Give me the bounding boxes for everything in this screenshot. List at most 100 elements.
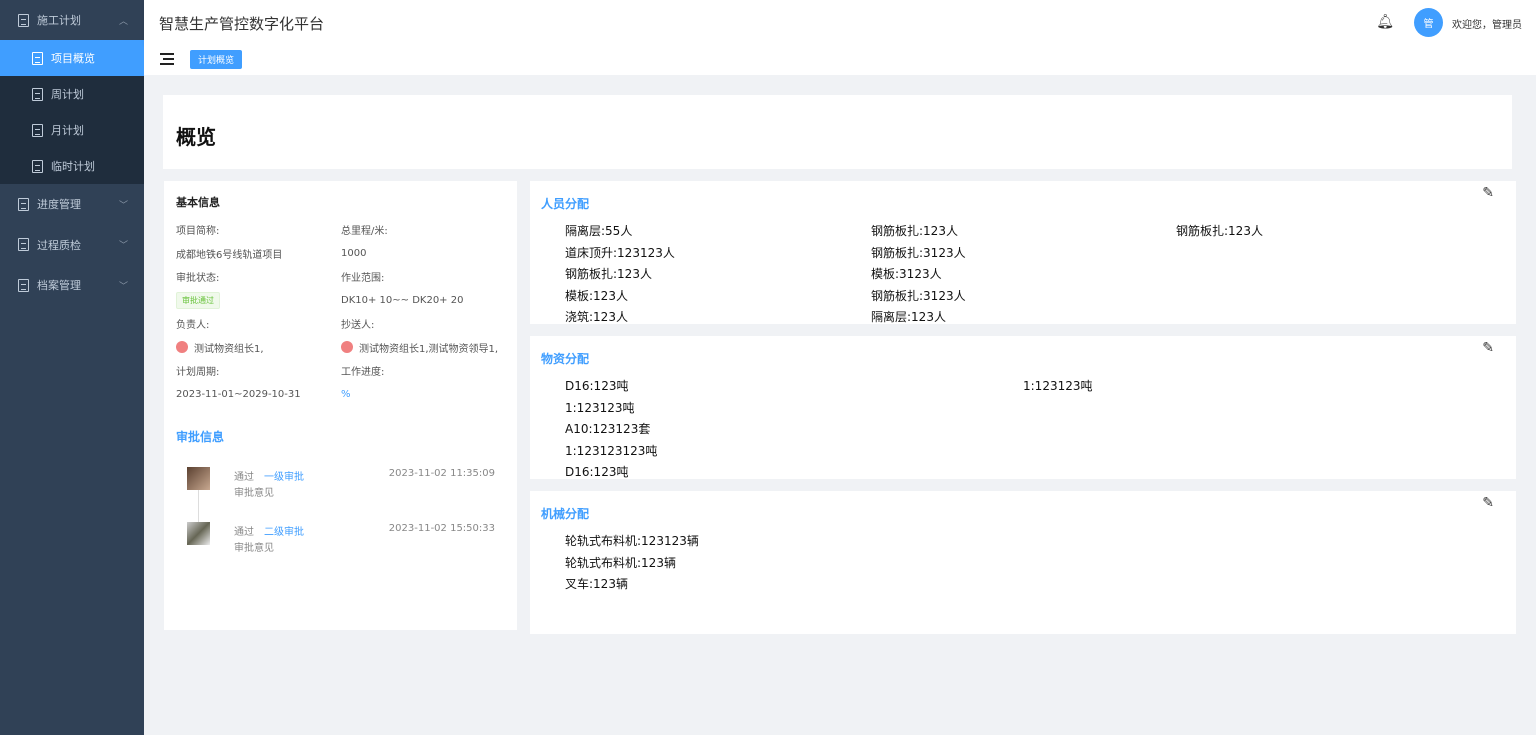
machinery-card: 机械分配 ✎ 轮轨式布料机:123123辆 轮轨式布料机:123辆 叉车:123辆 (530, 491, 1516, 634)
approval-status: 通过 (234, 527, 254, 538)
allocation-item: 轮轨式布料机:123辆 (565, 555, 676, 570)
label: 抄送人: (341, 320, 375, 332)
submenu: 项目概览 周计划 月计划 临时计划 (0, 40, 144, 184)
chevron-down-icon: ﹀ (118, 281, 128, 292)
label: 审批状态: (176, 273, 220, 285)
document-icon (18, 238, 29, 252)
document-icon (32, 159, 43, 173)
approval-level: 二级审批 (264, 527, 304, 538)
approver-photo (187, 522, 210, 545)
label: 项目简称: (176, 226, 220, 238)
allocation-item: 模板:123人 (565, 288, 628, 303)
allocation-item: 道床顶升:123123人 (565, 245, 675, 260)
document-icon (32, 87, 43, 101)
plan-period: 2023-11-01~2029-10-31 (176, 388, 301, 400)
allocation-item: 1:123123123吨 (565, 443, 658, 458)
basic-info-card: 基本信息 项目简称: 总里程/米: 成都地铁6号线轨道项目 1000 审批状态:… (164, 181, 517, 630)
menu-toggle-icon[interactable] (160, 53, 174, 65)
approval-title: 审批信息 (176, 430, 225, 444)
work-range: DK10+ 10~~ DK20+ 20 (341, 294, 464, 306)
sidebar-group-progress[interactable]: 进度管理 ﹀ (0, 184, 144, 225)
allocation-item: A10:123123套 (565, 422, 651, 436)
allocation-column: 1:123123吨 (1023, 377, 1323, 479)
welcome-text[interactable]: 欢迎您，管理员 (1452, 16, 1522, 31)
approval-status: 通过 (234, 472, 254, 483)
cc: 测试物资组长1,测试物资领导1, (359, 343, 499, 355)
approval-time: 2023-11-02 11:35:09 (388, 468, 495, 479)
label: 工作进度: (341, 367, 385, 379)
edit-icon[interactable]: ✎ (1482, 185, 1494, 201)
allocation-item: 1:123123吨 (565, 400, 635, 415)
personnel-title: 人员分配 (541, 197, 590, 211)
allocation-column: 钢筋板扎:123人 (1176, 222, 1476, 324)
approval-opinion: 审批意见 (234, 543, 274, 554)
chevron-down-icon: ﹀ (118, 200, 128, 211)
materials-title: 物资分配 (541, 352, 590, 366)
sidebar-group-construction-plan[interactable]: 施工计划 ︿ (0, 0, 144, 40)
document-icon (18, 13, 29, 27)
approval-opinion: 审批意见 (234, 488, 274, 499)
sidebar-item-temporary-plan[interactable]: 临时计划 (0, 148, 144, 184)
allocation-item: 叉车:123辆 (565, 577, 628, 591)
allocation-item: D16:123吨 (565, 465, 629, 479)
approval-item: 通过 一级审批 2023-11-02 11:35:09 审批意见 (176, 467, 505, 522)
document-icon (18, 197, 29, 211)
project-name: 成都地铁6号线轨道项目 (176, 249, 283, 261)
user-dot-icon (176, 341, 188, 354)
document-icon (18, 278, 29, 292)
allocation-item: D16:123吨 (565, 379, 629, 393)
allocation-item: 轮轨式布料机:123123辆 (565, 534, 699, 548)
label: 负责人: (176, 320, 210, 332)
approval-level: 一级审批 (264, 472, 304, 483)
owner: 测试物资组长1, (194, 343, 264, 355)
edit-icon[interactable]: ✎ (1482, 495, 1494, 511)
allocation-column: 轮轨式布料机:123123辆 轮轨式布料机:123辆 叉车:123辆 (565, 532, 965, 597)
allocation-item: 钢筋板扎:3123人 (871, 288, 966, 303)
allocation-item: 钢筋板扎:3123人 (871, 245, 966, 260)
allocation-item: 1:123123吨 (1023, 379, 1093, 393)
sidebar: 施工计划 ︿ 项目概览 周计划 月计划 临时计划 进度管理 ﹀ 过程质检 ﹀ 档案管理… (0, 0, 144, 735)
basic-info-title: 基本信息 (176, 196, 220, 209)
chevron-up-icon: ︿ (118, 16, 128, 27)
allocation-item: 钢筋板扎:123人 (871, 224, 958, 238)
approval-time: 2023-11-02 15:50:33 (388, 523, 495, 534)
approver-photo (187, 467, 210, 490)
sidebar-item-project-overview[interactable]: 项目概览 (0, 40, 144, 76)
tags-bar: 计划概览 (144, 45, 1536, 75)
personnel-card: 人员分配 ✎ 隔离层:55人 道床顶升:123123人 钢筋板扎:123人 模板:12… (530, 181, 1516, 324)
materials-card: 物资分配 ✎ D16:123吨 1:123123吨 A10:123123套 1:123… (530, 336, 1516, 479)
allocation-item: 钢筋板扎:123人 (1176, 224, 1263, 238)
timeline-line (198, 490, 199, 522)
allocation-item: 钢筋板扎:123人 (565, 267, 652, 281)
allocation-column: 隔离层:55人道床顶升:123123人 钢筋板扎:123人 模板:123人 浇筑:12… (565, 222, 871, 324)
page-title: 概览 (176, 125, 216, 149)
sidebar-item-weekly-plan[interactable]: 周计划 (0, 76, 144, 112)
label: 作业范围: (341, 273, 385, 285)
allocation-column: 钢筋板扎:123人 钢筋板扎:3123人 模板:3123人 钢筋板扎:3123人 隔离层… (871, 222, 1176, 324)
document-icon (32, 123, 43, 137)
allocation-item: 隔离层:55人 (565, 224, 633, 238)
avatar[interactable]: 管 (1414, 8, 1443, 37)
sidebar-group-archives[interactable]: 档案管理 ﹀ (0, 265, 144, 306)
user-dot-icon (341, 341, 353, 354)
bell-icon[interactable]: 🔔︎ (1376, 14, 1394, 30)
approval-timeline: 通过 一级审批 2023-11-02 11:35:09 审批意见 通过 二级审批… (176, 467, 505, 577)
label: 计划周期: (176, 367, 220, 379)
allocation-item: 隔离层:123人 (871, 310, 946, 324)
sidebar-group-quality[interactable]: 过程质检 ﹀ (0, 225, 144, 266)
allocation-item: 浇筑:123人 (565, 310, 628, 324)
tab-plan-overview[interactable]: 计划概览 (190, 50, 243, 69)
label: 总里程/米: (341, 226, 388, 238)
work-progress: % (341, 388, 351, 400)
header: 智慧生产管控数字化平台 🔔︎ 管 欢迎您，管理员 (144, 0, 1536, 45)
status-badge: 审批通过 (176, 291, 220, 309)
machinery-title: 机械分配 (541, 507, 590, 521)
allocation-item: 模板:3123人 (871, 267, 942, 281)
edit-icon[interactable]: ✎ (1482, 340, 1494, 356)
document-icon (32, 51, 43, 65)
approval-item: 通过 二级审批 2023-11-02 15:50:33 审批意见 (176, 522, 505, 577)
total-length: 1000 (341, 247, 367, 259)
sidebar-item-monthly-plan[interactable]: 月计划 (0, 112, 144, 148)
app-title: 智慧生产管控数字化平台 (159, 15, 325, 33)
allocation-column: D16:123吨 1:123123吨 A10:123123套 1:123123123吨… (565, 377, 1023, 479)
